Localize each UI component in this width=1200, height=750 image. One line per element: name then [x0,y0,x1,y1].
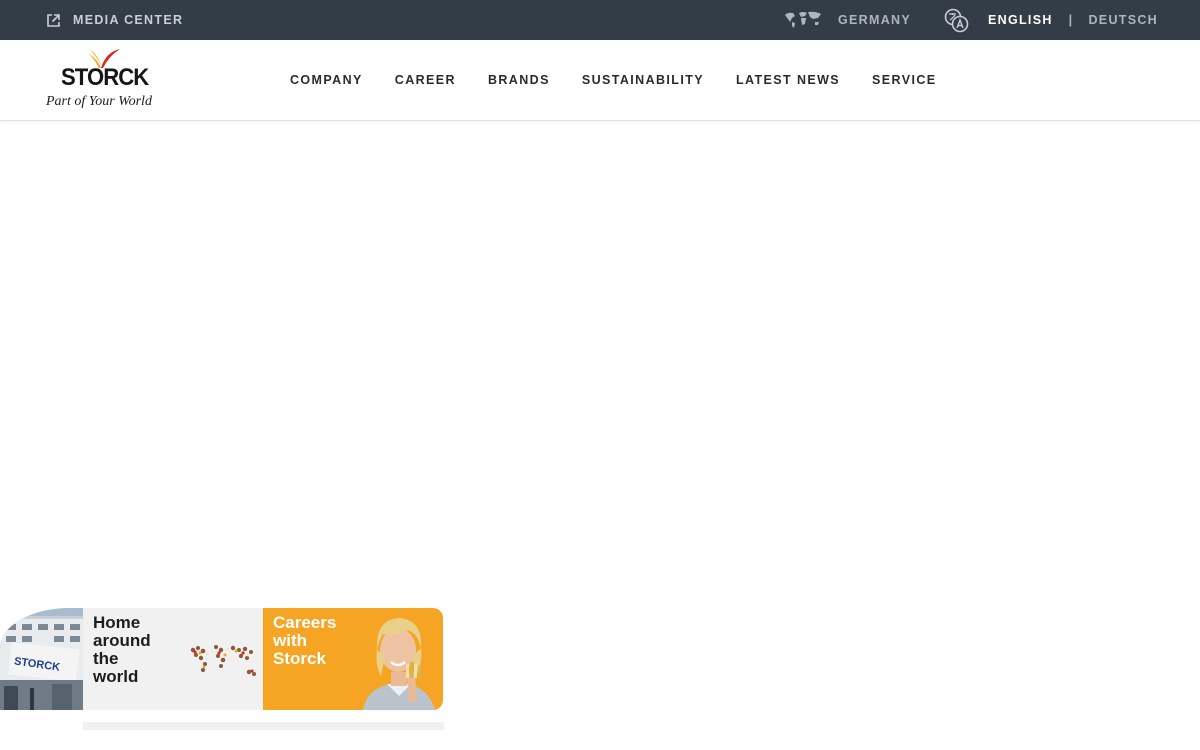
careers-tile-title: Careers with Storck [273,613,337,668]
nav-item-career[interactable]: CAREER [395,73,456,87]
nav-item-sustainability[interactable]: SUSTAINABILITY [582,73,704,87]
language-icon [944,8,969,32]
country-selector[interactable]: GERMANY [783,0,911,40]
nav-item-service[interactable]: SERVICE [872,73,936,87]
storck-logo[interactable]: STORCK Part of Your World [46,48,161,112]
teaser-tiles: STORCK Home around the world Careers wit… [0,608,443,710]
lang-english[interactable]: ENGLISH [988,13,1053,27]
home-tile-title: Home around the world [93,613,151,686]
language-switcher: ENGLISH | DEUTSCH [943,0,1158,40]
logo-wordmark: STORCK [61,64,149,91]
lang-deutsch[interactable]: DEUTSCH [1088,13,1158,27]
country-label: GERMANY [838,13,911,27]
nav-item-brands[interactable]: BRANDS [488,73,550,87]
careers-with-storck-tile[interactable]: Careers with Storck [263,608,443,710]
headquarters-photo[interactable]: STORCK [0,608,83,710]
main-navigation: COMPANY CAREER BRANDS SUSTAINABILITY LAT… [290,40,969,120]
nav-item-company[interactable]: COMPANY [290,73,363,87]
headquarters-image: STORCK [0,608,83,710]
career-person-image [363,618,435,710]
nav-item-latest-news[interactable]: LATEST NEWS [736,73,840,87]
world-map-icon [785,11,821,28]
media-center-label: MEDIA CENTER [73,13,184,27]
site-header: STORCK Part of Your World COMPANY CAREER… [0,40,1200,121]
world-candy-map-icon [190,645,256,676]
media-center-link[interactable]: MEDIA CENTER [46,0,183,40]
top-utility-bar: MEDIA CENTER GERMANY ENGLISH | DEUTSCH [0,0,1200,40]
lang-separator: | [1068,13,1074,27]
tiles-bottom-strip [83,722,444,730]
logo-tagline: Part of Your World [46,94,152,109]
external-link-icon [47,13,60,27]
home-around-the-world-tile[interactable]: Home around the world [83,608,263,710]
